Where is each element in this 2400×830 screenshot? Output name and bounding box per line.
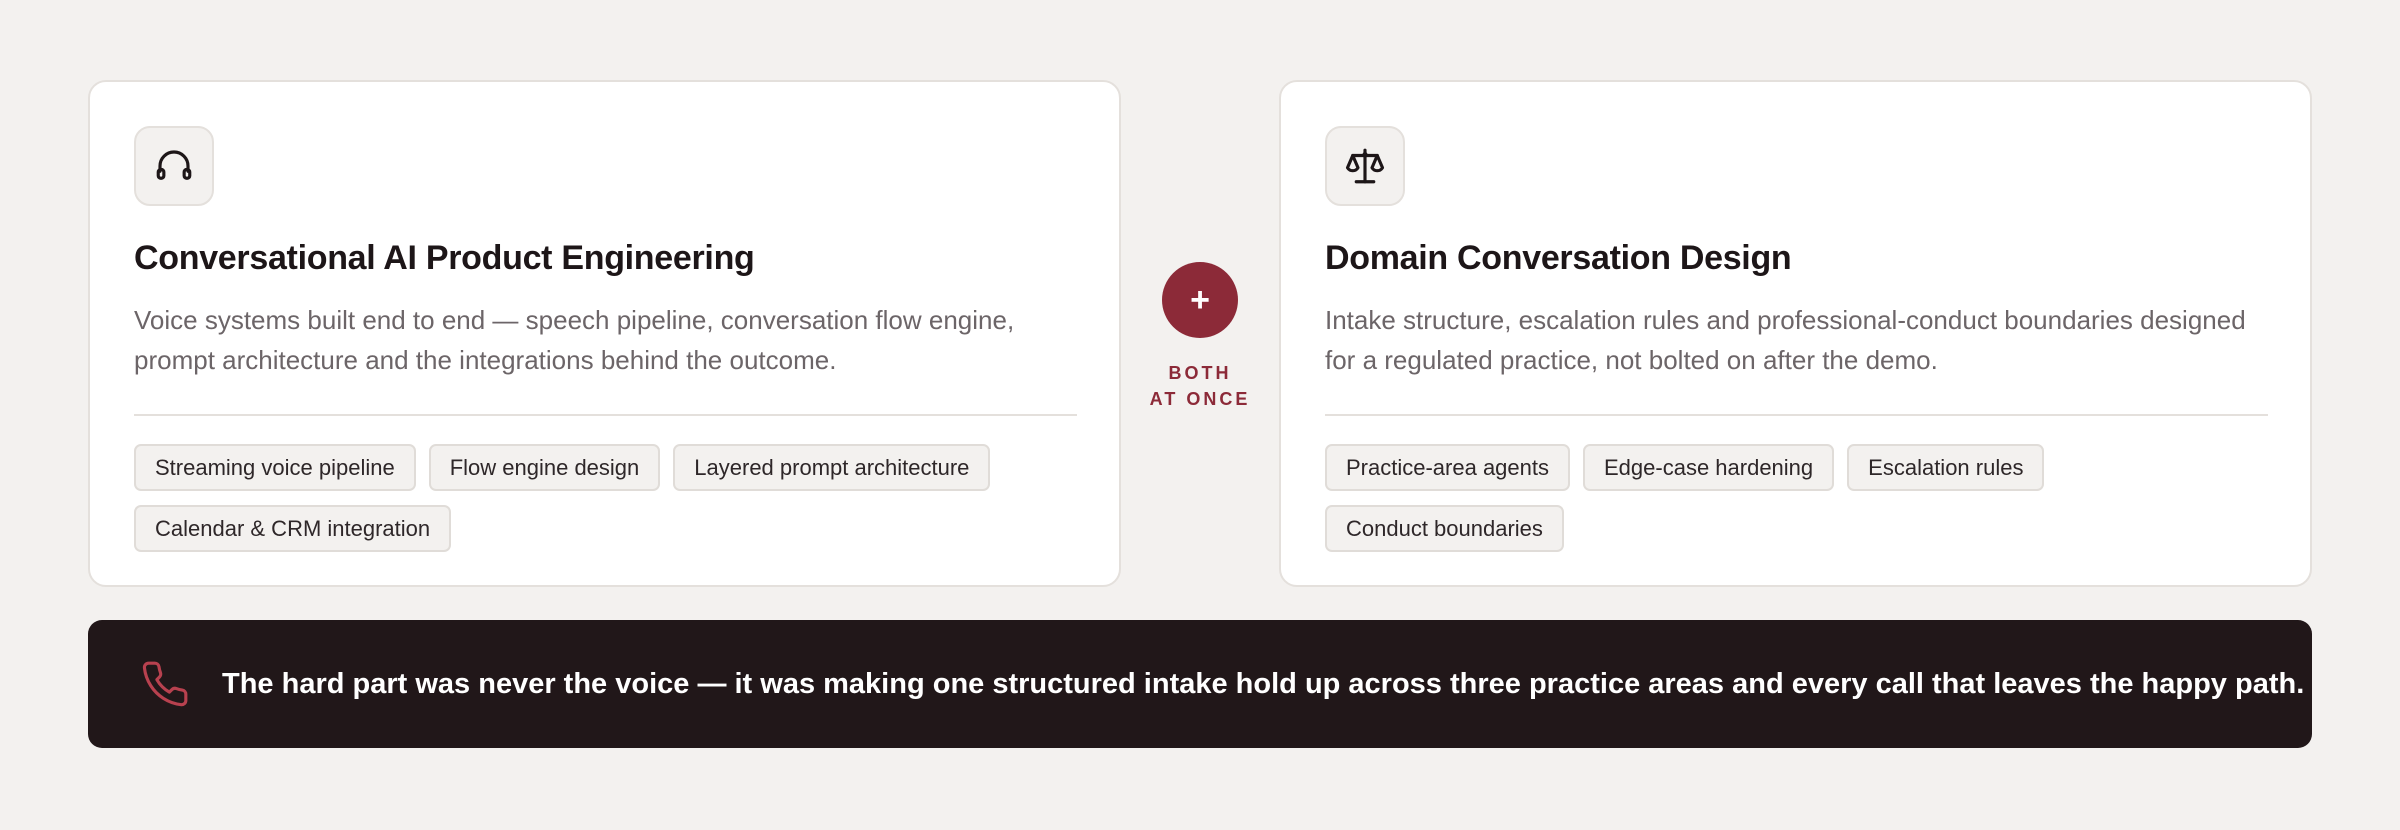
insight-banner: The hard part was never the voice — it w… — [88, 620, 2312, 748]
card-description: Intake structure, escalation rules and p… — [1325, 305, 2246, 375]
engineering-card: Conversational AI Product Engineering Vo… — [88, 80, 1121, 587]
banner-text: The hard part was never the voice — it w… — [222, 667, 2305, 700]
both-at-once-connector: + BOTH AT ONCE — [1121, 262, 1279, 412]
tag: Streaming voice pipeline — [134, 444, 416, 491]
scales-icon — [1325, 126, 1405, 206]
connector-label: BOTH AT ONCE — [1150, 360, 1251, 412]
tag: Conduct boundaries — [1325, 505, 1564, 552]
connector-label-line: BOTH — [1168, 363, 1232, 383]
tag: Calendar & CRM integration — [134, 505, 452, 552]
divider — [1325, 414, 2268, 416]
tag: Escalation rules — [1847, 444, 2045, 491]
card-description: Voice systems built end to end — speech … — [134, 305, 1015, 375]
tag: Flow engine design — [428, 444, 661, 491]
domain-design-card: Domain Conversation Design Intake struct… — [1279, 80, 2312, 587]
tag: Practice-area agents — [1325, 444, 1570, 491]
page: Conversational AI Product Engineering Vo… — [0, 0, 2400, 830]
divider — [134, 414, 1077, 416]
card-title: Domain Conversation Design — [1325, 239, 1792, 277]
headphones-icon — [134, 126, 214, 206]
card-title: Conversational AI Product Engineering — [134, 239, 755, 277]
plus-icon: + — [1162, 262, 1238, 338]
tag: Edge-case hardening — [1583, 444, 1835, 491]
tag-list: Practice-area agents Edge-case hardening… — [1325, 444, 2268, 552]
phone-icon — [142, 661, 188, 707]
tag: Layered prompt architecture — [673, 444, 991, 491]
tag-list: Streaming voice pipeline Flow engine des… — [134, 444, 1077, 552]
connector-label-line: AT ONCE — [1149, 389, 1251, 409]
